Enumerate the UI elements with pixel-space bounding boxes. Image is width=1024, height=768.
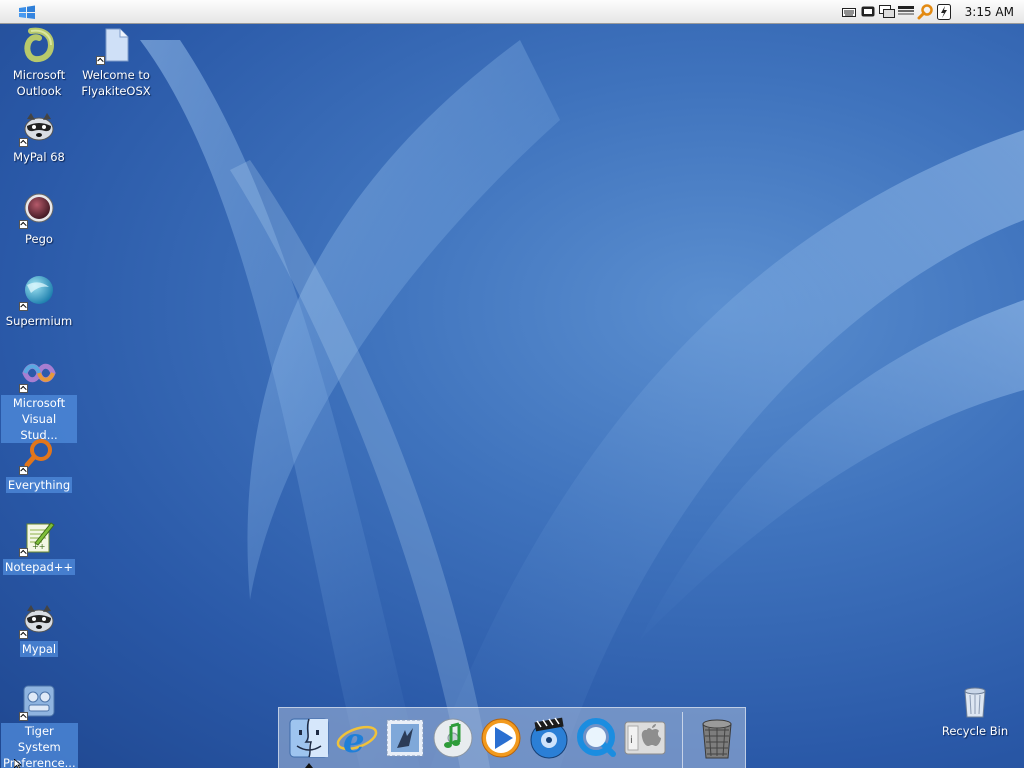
shortcut-arrow-icon <box>19 466 28 475</box>
dock-item-system-info[interactable]: i <box>623 716 667 760</box>
dock-item-quicktime[interactable] <box>575 716 619 760</box>
shortcut-arrow-icon <box>19 548 28 557</box>
windows-flag-icon <box>19 5 35 19</box>
recycle-bin-icon <box>964 687 986 718</box>
outlook-icon <box>24 27 55 63</box>
svg-text:i: i <box>630 735 633 746</box>
desktop-icon-supermium[interactable]: Supermium <box>1 273 77 329</box>
mail-icon <box>386 719 424 757</box>
running-indicator <box>305 763 313 768</box>
desktop-icon-everything[interactable]: Everything <box>1 437 77 493</box>
svg-text:e: e <box>343 721 365 760</box>
desktop-icon-outlook[interactable]: Microsoft Outlook <box>1 27 77 99</box>
clock[interactable]: 3:15 AM <box>965 5 1014 19</box>
desktop-icon-tiger-system-preferences[interactable]: Tiger System Preference... <box>1 683 78 768</box>
system-info-icon: i <box>624 721 666 755</box>
dock-item-itunes[interactable] <box>431 716 475 760</box>
shortcut-arrow-icon <box>19 712 28 721</box>
shortcut-arrow-icon <box>19 138 28 147</box>
dvd-player-icon <box>530 717 568 759</box>
desktop-icon-label: Supermium <box>5 314 73 328</box>
desktop-icon-pego[interactable]: Pego <box>1 191 77 247</box>
desktop-icon-label: Recycle Bin <box>941 724 1009 738</box>
mouse-pointer-icon <box>14 759 23 768</box>
desktop-icon-label: Mypal <box>19 641 59 657</box>
desktop-icon-visual-studio[interactable]: Microsoft Visual Stud... <box>1 355 77 443</box>
desktop-icon-welcome[interactable]: Welcome to FlyakiteOSX <box>78 27 154 99</box>
internet-explorer-icon: e <box>336 721 378 761</box>
media-player-icon <box>481 718 521 758</box>
menu-bar: 3:15 AM <box>0 0 1024 24</box>
system-tray: 3:15 AM <box>841 0 1014 24</box>
desktop-icon-label: Microsoft Outlook <box>12 68 66 98</box>
dock-item-mail[interactable] <box>383 716 427 760</box>
dock-item-finder[interactable] <box>287 716 331 768</box>
display-icon[interactable] <box>860 4 876 20</box>
shortcut-arrow-icon <box>96 56 105 65</box>
dock-item-dvd-player[interactable] <box>527 716 571 760</box>
desktop-icon-recycle-bin[interactable]: Recycle Bin <box>937 683 1013 739</box>
finder-icon <box>289 718 329 758</box>
dock: e i <box>278 707 746 768</box>
desktop-icon-notepad-plus-plus[interactable]: ++ Notepad++ <box>1 519 77 575</box>
desktop-icon-mypal68[interactable]: MyPal 68 <box>1 109 77 165</box>
desktop-icon-label: MyPal 68 <box>13 150 65 164</box>
dock-separator <box>682 712 683 768</box>
trash-icon <box>702 719 732 759</box>
search-icon[interactable] <box>917 4 933 20</box>
network-icon[interactable] <box>878 4 895 20</box>
desktop-icon-label: Pego <box>25 232 53 246</box>
shortcut-arrow-icon <box>19 630 28 639</box>
itunes-icon <box>433 718 473 758</box>
shortcut-arrow-icon <box>19 384 28 393</box>
quicktime-icon <box>577 718 616 757</box>
desktop-icon-label: Microsoft Visual Stud... <box>1 395 77 443</box>
volume-icon[interactable] <box>897 4 914 20</box>
desktop-icon-label: Welcome to FlyakiteOSX <box>81 68 151 98</box>
shortcut-arrow-icon <box>19 220 28 229</box>
shortcut-arrow-icon <box>19 302 28 311</box>
dock-item-internet-explorer[interactable]: e <box>335 716 379 761</box>
svg-text:++: ++ <box>32 542 45 551</box>
desktop-icon-label: Tiger System Preference... <box>1 723 78 768</box>
power-icon[interactable] <box>936 4 952 20</box>
desktop-icon-label: Notepad++ <box>2 559 76 575</box>
desktop-icon-mypal[interactable]: Mypal <box>1 601 77 657</box>
dock-item-media-player[interactable] <box>479 716 523 760</box>
wallpaper <box>140 40 1024 768</box>
keyboard-icon[interactable] <box>841 4 857 20</box>
desktop-icon-label: Everything <box>5 477 73 493</box>
start-button[interactable] <box>14 2 40 22</box>
dock-item-trash[interactable] <box>695 716 739 760</box>
